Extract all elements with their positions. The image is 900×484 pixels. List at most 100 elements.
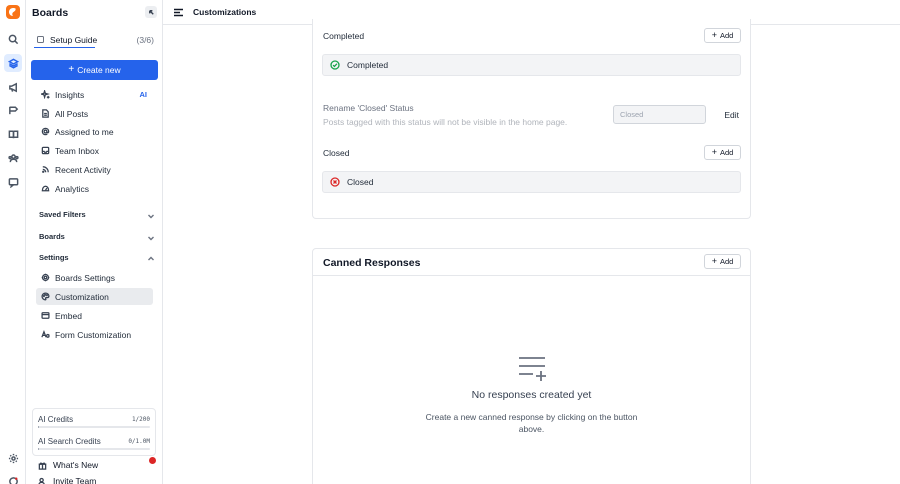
sidebar-item-form-customization[interactable]: Form Customization [36,326,153,343]
gift-icon [38,461,53,470]
sidebar-item-recent-activity[interactable]: Recent Activity [36,161,153,178]
create-new-button[interactable]: + Create new [31,60,158,80]
book-icon[interactable] [4,125,22,143]
search-icon[interactable] [4,30,22,48]
edit-closed-button[interactable]: Edit [724,110,739,120]
plus-icon: + [68,64,75,75]
sidebar-item-analytics[interactable]: Analytics [36,180,153,197]
main-content: Completed + Add Completed Rename 'Closed… [163,19,900,484]
invite-team-item[interactable]: Invite Team [38,476,96,484]
sidebar-item-all-posts[interactable]: All Posts [36,105,153,122]
section-boards[interactable]: Boards [39,232,155,244]
add-label: Add [719,148,734,157]
sidebar-item-label: Boards Settings [55,272,116,283]
setup-guide-label: Setup Guide [50,35,98,45]
section-label: Settings [39,253,69,262]
sidebar-item-label: Customization [55,291,109,302]
sidebar-item-label: All Posts [55,108,89,119]
palette-icon [40,292,50,302]
sidebar-item-label: Insights [55,89,85,100]
card-divider [313,275,750,276]
add-completed-button[interactable]: + Add [704,28,741,43]
gear-icon [40,273,50,283]
credits-panel: AI Credits 1/200 AI Search Credits 0/1.0… [32,408,156,456]
empty-state-description: Create a new canned response by clicking… [425,412,638,434]
brand-logo-icon[interactable] [6,5,20,19]
closed-heading: Closed [323,148,350,158]
embed-icon [40,311,50,321]
sidebar-item-embed[interactable]: Embed [36,307,153,324]
icon-rail [0,0,26,484]
closed-status-name-input[interactable] [613,105,706,124]
sidebar-item-assigned[interactable]: Assigned to me [36,123,153,140]
section-label: Boards [39,232,65,241]
gauge-icon [40,184,50,194]
plus-icon: + [711,147,717,157]
sidebar-item-insights[interactable]: Insights AI [36,86,153,103]
chat-icon[interactable] [4,173,22,191]
completed-status-name: Completed [347,60,389,70]
notification-dot [149,457,156,464]
document-icon [40,109,50,119]
profile-icon[interactable] [4,472,22,484]
whats-new-item[interactable]: What's New [38,458,156,472]
sidebar-item-label: Team Inbox [55,145,99,156]
ai-search-credits-label: AI Search Credits [38,437,101,446]
rename-closed-title: Rename 'Closed' Status [323,103,414,113]
ai-search-credits-value: 0/1.0M [128,438,150,445]
completed-status-item[interactable]: Completed [322,54,741,76]
ai-credits-bar [38,426,150,428]
ai-credits-fill [38,426,40,428]
sparkle-icon [40,90,50,100]
plus-icon: + [711,256,717,266]
setup-checkbox-icon [37,36,44,43]
collapse-sidebar-button[interactable] [145,6,157,18]
settings-gear-icon[interactable] [4,449,22,467]
statuses-card: Completed + Add Completed Rename 'Closed… [312,19,751,219]
section-settings[interactable]: Settings [39,253,155,265]
completed-heading: Completed [323,31,365,41]
whats-new-label: What's New [53,460,99,470]
sidebar-item-team-inbox[interactable]: Team Inbox [36,142,153,159]
ai-search-credits-fill [38,448,40,450]
add-label: Add [719,31,734,40]
menu-icon[interactable] [173,7,184,18]
create-new-label: Create new [77,65,121,75]
setup-guide-count: (3/6) [136,35,154,45]
add-closed-button[interactable]: + Add [704,145,741,160]
sidebar-item-customization[interactable]: Customization [36,288,153,305]
chevron-up-icon [148,256,154,261]
ai-credits-label: AI Credits [38,415,74,424]
closed-status-name: Closed [347,177,374,187]
megaphone-icon[interactable] [4,78,22,96]
ai-credits-value: 1/200 [131,416,150,423]
sidebar-item-label: Analytics [55,183,90,194]
inbox-icon [40,146,50,156]
list-add-icon [517,354,549,382]
user-plus-icon [38,477,45,484]
layers-icon[interactable] [4,54,22,72]
sidebar-item-label: Assigned to me [55,126,114,137]
sidebar-title: Boards [32,7,69,19]
ai-badge: AI [139,90,148,99]
sidebar-item-label: Embed [55,310,82,321]
empty-state-title: No responses created yet [471,389,592,401]
roadmap-icon[interactable] [4,101,22,119]
arrow-up-left-icon [148,9,154,15]
x-circle-icon [330,177,340,187]
at-icon [40,127,50,137]
users-icon[interactable] [4,149,22,167]
chevron-down-icon [148,236,154,241]
canned-responses-title: Canned Responses [323,257,421,269]
closed-status-item[interactable]: Closed [322,171,741,193]
setup-guide[interactable]: Setup Guide (3/6) [34,33,154,48]
sidebar-item-label: Recent Activity [55,164,111,175]
sidebar-item-boards-settings[interactable]: Boards Settings [36,269,153,286]
section-saved-filters[interactable]: Saved Filters [39,210,155,222]
ai-credits-row: AI Credits 1/200 [38,413,150,429]
add-canned-response-button[interactable]: + Add [704,254,741,269]
setup-progress-underline [34,46,95,48]
section-label: Saved Filters [39,210,86,219]
page-title: Customizations [193,7,257,17]
chevron-down-icon [148,214,154,219]
